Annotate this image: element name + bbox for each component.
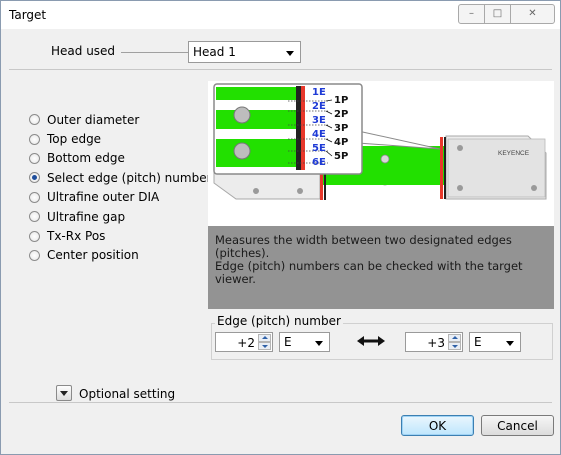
chevron-down-icon [315, 341, 323, 346]
optional-setting-label: Optional setting [79, 387, 176, 401]
mode-radio-label: Bottom edge [47, 151, 125, 166]
window-controls: – □ ✕ [458, 4, 555, 24]
mode-radio-label: Tx-Rx Pos [47, 229, 106, 244]
to-edge-value: +3 [427, 336, 445, 350]
mode-radio-item[interactable]: Ultrafine gap [29, 207, 212, 226]
decrement-arrow-icon[interactable] [448, 342, 461, 350]
mode-radio-item[interactable]: Ultrafine outer DIA [29, 188, 212, 207]
measurement-illustration: KEYENCE 1E 2E 3E 4E 5E 6E 1P 2P 3P 4P 5P [208, 81, 554, 226]
mode-radio-item[interactable]: Outer diameter [29, 110, 212, 129]
increment-arrow-icon[interactable] [448, 334, 461, 342]
pitch-label: 3P [334, 123, 348, 134]
radio-button-icon[interactable] [29, 211, 40, 223]
to-edge-stepper-buttons [448, 334, 461, 350]
pitch-label: 1P [334, 95, 348, 106]
edge-pitch-title: Edge (pitch) number [215, 314, 343, 328]
mode-radio-label: Top edge [47, 132, 102, 147]
radio-button-icon[interactable] [29, 114, 40, 126]
to-edge-stepper[interactable]: +3 [405, 332, 463, 352]
from-edge-type-select[interactable]: E [279, 332, 330, 352]
radio-button-icon[interactable] [29, 249, 40, 261]
edge-label: 5E [312, 143, 326, 154]
head-select[interactable]: Head 1 [188, 41, 301, 63]
mode-radio-label: Select edge (pitch) number [47, 170, 212, 185]
maximize-button[interactable]: □ [484, 4, 511, 24]
close-button[interactable]: ✕ [510, 4, 555, 24]
head-select-value: Head 1 [193, 45, 236, 59]
radio-button-icon[interactable] [29, 230, 40, 242]
from-edge-stepper[interactable]: +2 [215, 332, 273, 352]
radio-button-icon[interactable] [29, 191, 40, 203]
pitch-label: 4P [334, 137, 348, 148]
to-edge-type-value: E [474, 335, 482, 349]
mode-radio-label: Center position [47, 248, 139, 263]
edge-label: 2E [312, 101, 326, 112]
mode-radio-label: Ultrafine gap [47, 209, 126, 224]
description-line: Edge (pitch) numbers can be checked with… [215, 259, 523, 286]
target-dialog: Target – □ ✕ Head used Head 1 Outer diam… [0, 0, 561, 455]
mode-radio-item[interactable]: Bottom edge [29, 149, 212, 168]
mode-radio-list: Outer diameter Top edge Bottom edge Select … [29, 110, 212, 265]
title-bar: Target – □ ✕ [1, 1, 560, 29]
chevron-down-icon [506, 341, 514, 346]
mode-description: Measures the width between two designate… [208, 226, 554, 309]
decrement-arrow-icon[interactable] [258, 342, 271, 350]
to-edge-type-select[interactable]: E [469, 332, 521, 352]
from-edge-value: +2 [237, 336, 255, 350]
head-used-divider [121, 52, 189, 53]
edge-label: 1E [312, 87, 326, 98]
edge-label: 6E [312, 157, 326, 168]
edge-label: 4E [312, 129, 326, 140]
keyence-logo: KEYENCE [498, 150, 530, 157]
mode-radio-item[interactable]: Center position [29, 246, 212, 265]
radio-button-icon[interactable] [29, 152, 40, 164]
head-used-label: Head used [51, 44, 116, 58]
head-used-row: Head used Head 1 [9, 37, 552, 70]
edge-label: 3E [312, 115, 326, 126]
radio-button-icon[interactable] [29, 172, 40, 184]
window-title: Target [9, 8, 47, 22]
mode-radio-item[interactable]: Top edge [29, 129, 212, 148]
minimize-button[interactable]: – [458, 4, 485, 24]
from-edge-type-value: E [284, 335, 292, 349]
optional-setting-expand-button[interactable] [56, 385, 72, 401]
maximize-icon: □ [492, 8, 503, 19]
description-line: Measures the width between two designate… [215, 233, 512, 260]
mode-radio-item[interactable]: Tx-Rx Pos [29, 226, 212, 245]
pitch-label: 2P [334, 109, 348, 120]
mode-radio-label: Ultrafine outer DIA [47, 190, 160, 205]
minimize-icon: – [469, 8, 474, 19]
mode-radio-label: Outer diameter [47, 112, 140, 127]
close-icon: ✕ [528, 8, 537, 19]
mode-radio-item[interactable]: Select edge (pitch) number [29, 168, 212, 187]
increment-arrow-icon[interactable] [258, 334, 271, 342]
cancel-button[interactable]: Cancel [481, 415, 554, 436]
footer-divider [9, 402, 552, 403]
ok-button[interactable]: OK [401, 415, 474, 436]
chevron-down-icon [286, 51, 294, 56]
double-arrow-icon [357, 336, 385, 346]
pitch-label: 5P [334, 151, 348, 162]
radio-button-icon[interactable] [29, 133, 40, 145]
sensor-diagram: KEYENCE 1E 2E 3E 4E 5E 6E 1P 2P 3P 4P 5P [213, 83, 547, 200]
from-edge-stepper-buttons [258, 334, 271, 350]
